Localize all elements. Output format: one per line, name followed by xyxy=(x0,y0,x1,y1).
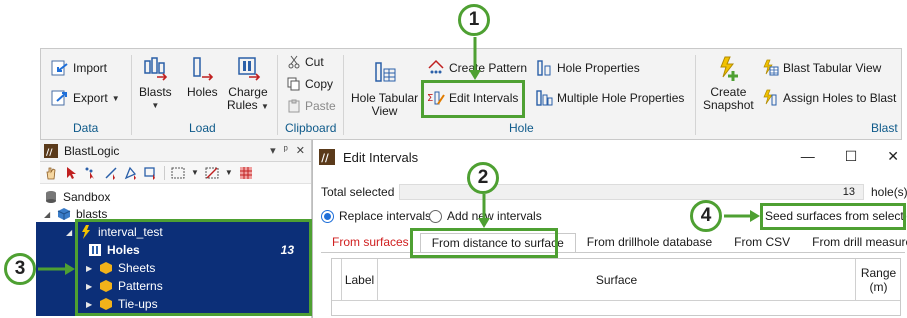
pin-icon[interactable]: ᵖ xyxy=(284,144,288,157)
grid-icon[interactable] xyxy=(239,166,253,180)
rect-select-icon[interactable] xyxy=(171,166,185,180)
divider xyxy=(695,55,696,135)
radio-unselected-icon xyxy=(429,209,442,223)
chevron-down-icon: ▼ xyxy=(151,101,160,110)
create-snapshot-button[interactable]: Create Snapshot xyxy=(703,55,754,112)
database-icon xyxy=(46,191,56,203)
panel-title: BlastLogic xyxy=(64,143,120,158)
source-tabs: From surfaces From distance to surface F… xyxy=(321,233,907,253)
dialog-title: Edit Intervals xyxy=(343,149,419,165)
box-select-icon[interactable] xyxy=(144,166,158,180)
import-button[interactable]: Import xyxy=(51,59,107,77)
divider xyxy=(343,55,344,135)
intervals-grid: Label Surface Range (m) xyxy=(331,258,901,316)
highlight-distance-tab xyxy=(410,228,558,258)
blast-tabular-icon xyxy=(763,59,779,76)
replace-intervals-radio[interactable]: Replace intervals xyxy=(321,209,431,223)
group-label-clipboard: Clipboard xyxy=(285,121,337,135)
blastlogic-logo-icon: // xyxy=(319,149,335,165)
hand-icon[interactable] xyxy=(44,166,58,180)
tab-from-csv[interactable]: From CSV xyxy=(723,233,801,252)
blastlogic-logo-icon: // xyxy=(44,143,58,158)
create-pattern-icon xyxy=(428,59,444,74)
close-icon[interactable]: ✕ xyxy=(296,144,305,157)
group-label-data: Data xyxy=(73,121,99,135)
hole-tabular-view-button[interactable]: Hole Tabular View xyxy=(351,61,418,118)
highlight-tree-selection xyxy=(75,219,312,316)
tab-from-drill-measurements[interactable]: From drill measurements xyxy=(801,233,907,252)
svg-text://: // xyxy=(46,148,53,158)
create-snapshot-icon xyxy=(720,56,739,81)
export-icon xyxy=(51,90,67,106)
pointer-icon[interactable] xyxy=(64,166,78,180)
create-pattern-button[interactable]: Create Pattern xyxy=(427,59,527,77)
total-selected-label: Total selected xyxy=(321,185,395,199)
holes-icon xyxy=(193,57,214,81)
import-icon xyxy=(51,60,68,76)
assign-holes-to-blast-button[interactable]: Assign Holes to Blast xyxy=(761,89,896,107)
divider xyxy=(131,55,132,135)
charge-rules-icon xyxy=(238,57,261,81)
tree-item-sandbox[interactable]: Sandbox xyxy=(44,188,110,206)
total-selected-unit: hole(s) xyxy=(871,185,907,199)
grid-header: Label Surface Range (m) xyxy=(332,259,900,301)
radio-selected-icon xyxy=(321,209,334,223)
charge-rules-button[interactable]: Charge Rules ▼ xyxy=(227,55,269,113)
copy-icon xyxy=(287,77,300,91)
hole-properties-icon xyxy=(537,60,551,76)
hole-properties-button[interactable]: Hole Properties xyxy=(535,59,640,77)
chevron-down-icon[interactable]: ▼ xyxy=(225,168,233,177)
filter-select-icon[interactable] xyxy=(205,166,219,180)
callout-3: 3 xyxy=(4,253,36,285)
group-label-load: Load xyxy=(189,121,216,135)
blasts-button[interactable]: Blasts ▼ xyxy=(139,55,172,112)
group-label-hole: Hole xyxy=(509,121,534,135)
svg-text://: // xyxy=(321,153,329,165)
row-header-column xyxy=(332,259,342,301)
highlight-seed-surfaces xyxy=(760,203,906,230)
callout-1: 1 xyxy=(458,4,490,36)
column-label[interactable]: Label xyxy=(342,259,378,301)
multiple-hole-properties-button[interactable]: Multiple Hole Properties xyxy=(535,89,684,107)
expand-triangle-icon[interactable]: ◢ xyxy=(44,210,52,219)
blast-tabular-view-button[interactable]: Blast Tabular View xyxy=(761,59,881,77)
highlight-edit-intervals xyxy=(421,80,525,118)
multiple-hole-properties-icon xyxy=(536,90,553,106)
panel-dropdown-icon[interactable]: ▾ xyxy=(270,144,276,157)
cut-button[interactable]: Cut xyxy=(287,55,324,69)
group-label-blast: Blast xyxy=(871,121,898,135)
blasts-icon xyxy=(144,57,168,81)
close-icon[interactable]: ✕ xyxy=(887,148,899,165)
hole-tabular-icon xyxy=(374,62,396,82)
line-select-icon[interactable] xyxy=(104,166,118,180)
chevron-down-icon[interactable]: ▼ xyxy=(191,168,199,177)
maximize-icon[interactable]: ☐ xyxy=(845,148,858,165)
divider xyxy=(164,165,165,180)
divider xyxy=(277,55,278,135)
panel-toolbar: ▼ ▼ xyxy=(40,162,311,184)
chevron-down-icon: ▼ xyxy=(111,93,120,103)
paste-icon xyxy=(288,99,300,113)
add-new-intervals-radio[interactable]: Add new intervals xyxy=(429,209,542,223)
expand-triangle-icon[interactable]: ◢ xyxy=(66,228,74,237)
tab-from-drillhole-database[interactable]: From drillhole database xyxy=(576,233,723,252)
holes-button[interactable]: Holes xyxy=(187,55,218,99)
chevron-down-icon: ▼ xyxy=(261,102,269,111)
export-button[interactable]: Export ▼ xyxy=(51,89,120,107)
column-surface[interactable]: Surface xyxy=(378,259,856,301)
paste-button[interactable]: Paste xyxy=(287,99,336,113)
cube-icon xyxy=(57,208,71,220)
callout-4: 4 xyxy=(690,200,722,232)
minimize-icon[interactable]: — xyxy=(801,148,815,165)
panel-title-bar: // BlastLogic ▾ ᵖ ✕ xyxy=(40,140,311,162)
callout-2: 2 xyxy=(467,162,499,194)
multi-select-icon[interactable] xyxy=(84,166,98,180)
assign-holes-icon xyxy=(763,89,777,106)
column-range[interactable]: Range (m) xyxy=(856,259,901,301)
copy-button[interactable]: Copy xyxy=(287,77,333,91)
tab-from-surfaces[interactable]: From surfaces xyxy=(321,233,420,252)
scissors-icon xyxy=(288,55,300,69)
polygon-select-icon[interactable] xyxy=(124,166,138,180)
